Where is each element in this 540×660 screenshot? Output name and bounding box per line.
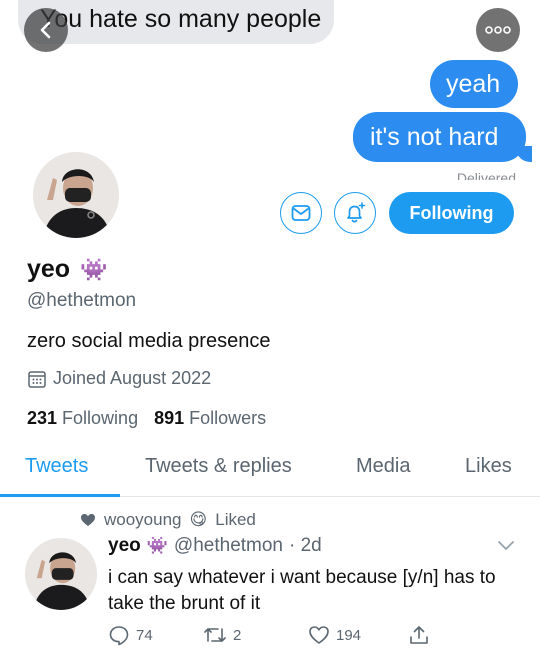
display-name: yeo 👾: [27, 255, 108, 284]
chevron-left-icon: [40, 21, 51, 39]
chevron-down-icon: [498, 541, 514, 550]
more-dots-icon: [485, 26, 511, 34]
tab-likes[interactable]: Likes: [465, 455, 512, 478]
liked-label: Liked: [215, 510, 256, 529]
avatar-image: [25, 538, 97, 610]
like-button[interactable]: 194: [308, 624, 361, 646]
like-count: 194: [336, 626, 362, 644]
following-link[interactable]: 231 Following: [27, 408, 138, 429]
retweet-count: 2: [233, 626, 242, 644]
tweet-header: yeo 👾 @hethetmon · 2d: [108, 535, 322, 557]
tweet-author-handle[interactable]: @hethetmon: [174, 535, 283, 557]
profile-tabs: Tweets Tweets & replies Media Likes: [0, 440, 540, 497]
following-count: 231: [27, 408, 58, 428]
incoming-message-text: You hate so many people: [40, 5, 322, 33]
share-button[interactable]: [408, 624, 430, 646]
retweet-button[interactable]: 2: [203, 624, 241, 646]
heart-icon: [81, 514, 95, 526]
message-button[interactable]: [280, 192, 322, 234]
profile-avatar[interactable]: [30, 149, 122, 241]
following-button[interactable]: Following: [389, 192, 514, 234]
delivered-status: Delivered: [456, 170, 516, 180]
alien-monster-emoji: 👾: [146, 536, 168, 555]
followers-label: Followers: [189, 408, 267, 428]
envelope-icon: [291, 205, 311, 221]
follow-stats: 231 Following 891 Followers: [27, 408, 266, 429]
reply-count: 74: [136, 626, 153, 644]
more-options-button[interactable]: [476, 8, 520, 52]
tab-media[interactable]: Media: [356, 455, 410, 478]
active-tab-indicator: [0, 494, 120, 497]
back-button[interactable]: [24, 8, 68, 52]
profile-handle: @hethetmon: [27, 290, 137, 311]
display-name-text: yeo: [27, 255, 71, 283]
liked-by-row: wooyoung 😋 Liked: [80, 510, 256, 530]
profile-bio: zero social media presence: [27, 330, 271, 352]
avatar-image: [33, 152, 119, 238]
outgoing-message-text: yeah: [446, 70, 501, 98]
liked-by-emoji: 😋: [189, 510, 208, 529]
reply-button[interactable]: 74: [108, 624, 153, 646]
followers-count: 891: [154, 408, 185, 428]
tweet-actions: 74 2 194: [108, 624, 438, 652]
tweet-options-button[interactable]: [497, 539, 515, 557]
tweet-text: i can say whatever i want because [y/n] …: [108, 567, 496, 614]
notifications-button[interactable]: [334, 192, 376, 234]
alien-monster-emoji: 👾: [80, 256, 108, 282]
outgoing-message-bubble: yeah: [430, 60, 518, 108]
tweet-avatar[interactable]: [25, 538, 97, 610]
like-icon: [309, 626, 329, 644]
following-label: Following: [62, 408, 139, 428]
outgoing-message-text: it's not hard: [370, 123, 499, 151]
tweet-author-name[interactable]: yeo: [108, 535, 141, 557]
tab-tweets-replies[interactable]: Tweets & replies: [145, 455, 292, 478]
joined-text: Joined August 2022: [53, 368, 212, 388]
outgoing-message-bubble: it's not hard: [353, 112, 532, 162]
share-icon: [410, 626, 428, 644]
followers-link[interactable]: 891 Followers: [154, 408, 266, 429]
tweet-timestamp[interactable]: · 2d: [289, 535, 322, 557]
calendar-icon: [28, 370, 46, 388]
liked-by-user[interactable]: wooyoung: [104, 510, 182, 530]
bell-plus-icon: [347, 202, 366, 223]
retweet-icon: [204, 628, 226, 642]
joined-date: Joined August 2022: [27, 368, 211, 389]
reply-icon: [109, 626, 129, 646]
tab-tweets[interactable]: Tweets: [25, 455, 88, 478]
